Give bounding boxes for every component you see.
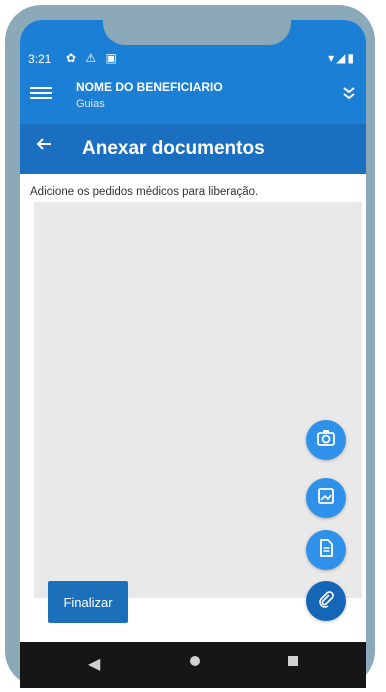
beneficiary-subtitle: Guias: [76, 98, 105, 110]
page-title: Anexar documentos: [82, 138, 265, 159]
hamburger-menu-icon[interactable]: [30, 84, 52, 102]
phone-notch: [103, 5, 291, 45]
phone-screen: 3:21 ✿ ⚠ ▣ ▾◢▮ NOME DO BENEFICIARIO Guia…: [20, 20, 366, 688]
android-nav-bar: ◀: [20, 642, 366, 688]
image-icon: [317, 487, 335, 510]
finalize-button[interactable]: Finalizar: [48, 581, 128, 623]
instruction-text: Adicione os pedidos médicos para liberaç…: [30, 186, 259, 198]
double-chevron-down-icon[interactable]: [342, 86, 356, 103]
status-left-icons: ✿ ⚠ ▣: [66, 51, 120, 65]
status-right-icons: ▾◢▮: [328, 51, 356, 65]
nav-back-icon[interactable]: ◀: [88, 654, 100, 674]
nav-home-icon[interactable]: [190, 656, 200, 666]
status-bar: 3:21 ✿ ⚠ ▣ ▾◢▮: [20, 50, 366, 70]
attach-button[interactable]: [306, 581, 346, 621]
attach-icon: [317, 590, 335, 613]
back-arrow-icon[interactable]: [36, 136, 52, 157]
status-time: 3:21: [28, 52, 52, 66]
gallery-button[interactable]: [306, 478, 346, 518]
beneficiary-name: NOME DO BENEFICIARIO: [76, 80, 223, 94]
page-title-bar: Anexar documentos: [20, 124, 366, 174]
document-icon: [318, 538, 334, 562]
nav-recent-apps-icon[interactable]: [288, 656, 298, 666]
document-button[interactable]: [306, 530, 346, 570]
camera-button[interactable]: [306, 420, 346, 460]
camera-icon: [316, 429, 336, 452]
